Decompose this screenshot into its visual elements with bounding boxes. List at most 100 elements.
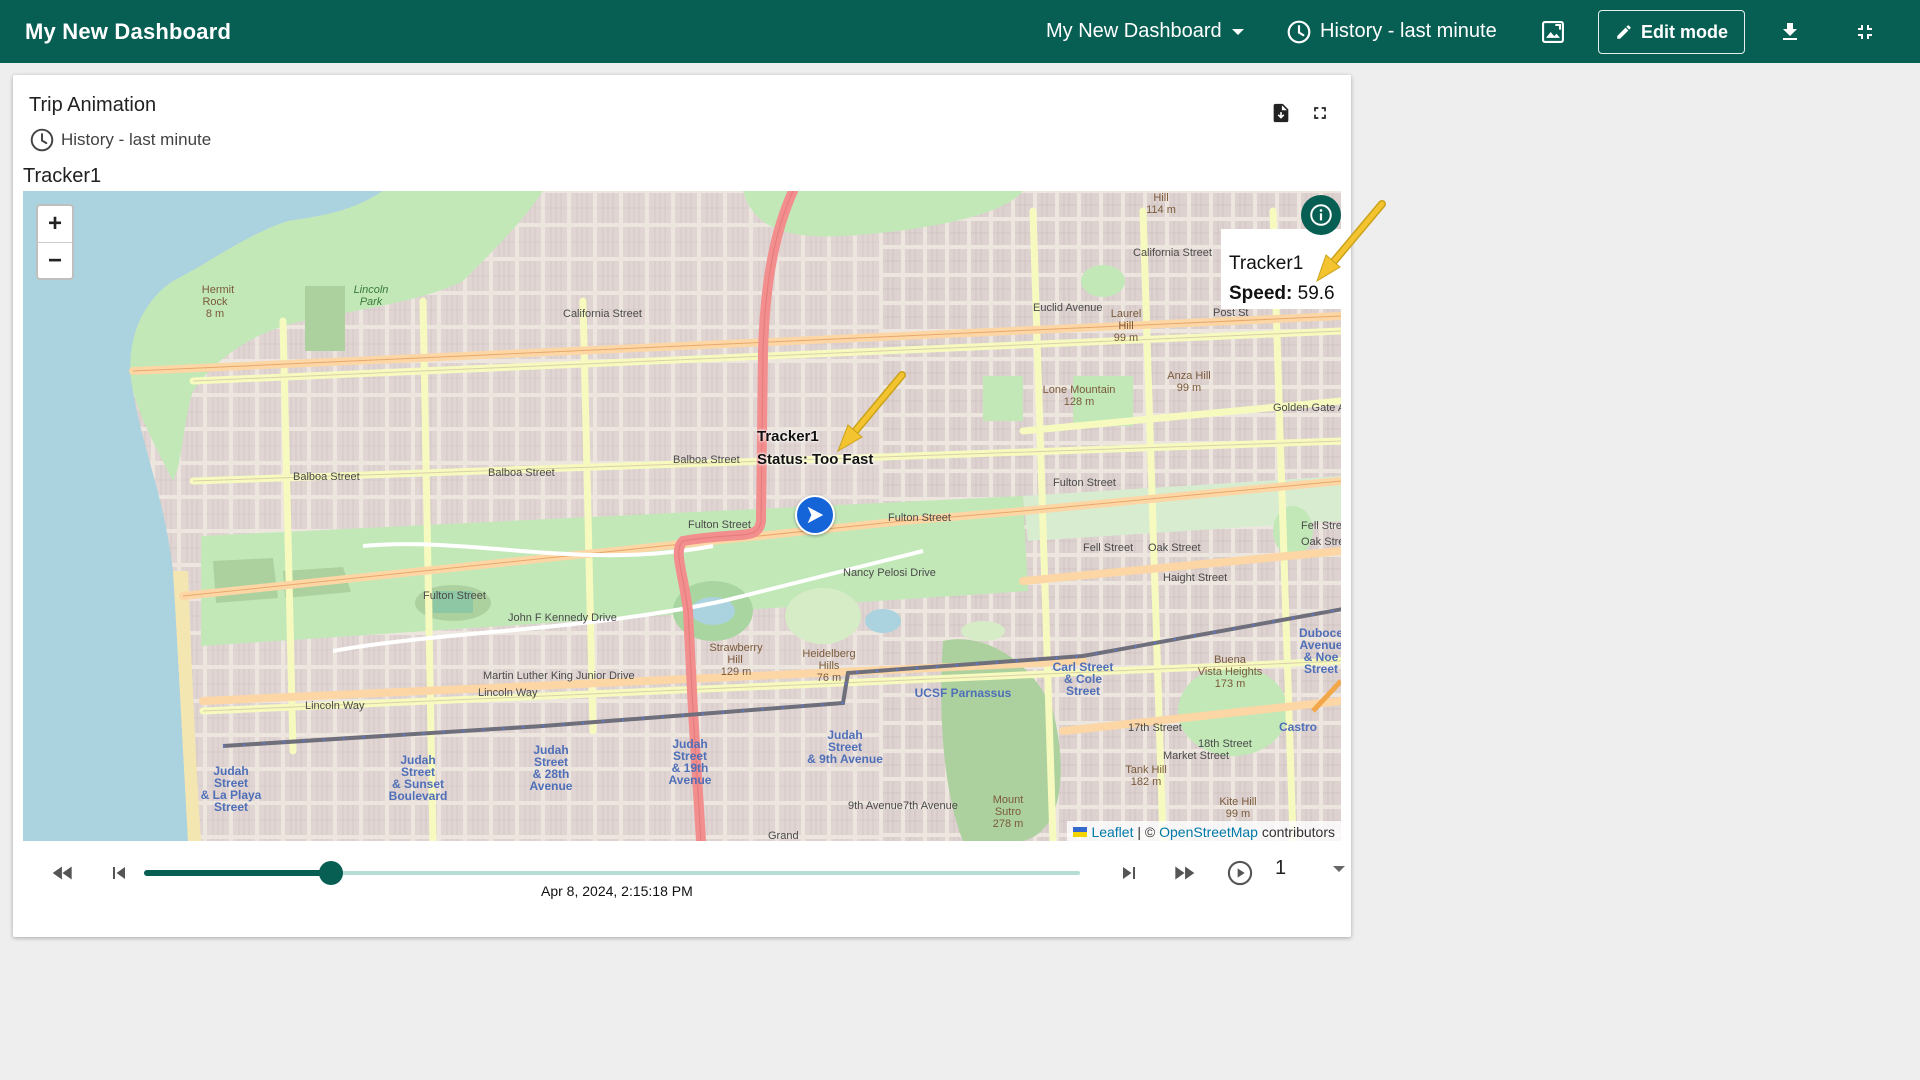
svg-text:76 m: 76 m xyxy=(817,672,841,684)
marker-label-name: Tracker1 xyxy=(757,428,819,445)
svg-text:Fulton Street: Fulton Street xyxy=(423,590,486,602)
map[interactable]: California Street California Street Eucl… xyxy=(23,191,1341,841)
svg-text:Vista Heights: Vista Heights xyxy=(1198,666,1263,678)
rewind-button[interactable] xyxy=(43,853,83,893)
svg-text:Rock: Rock xyxy=(202,296,228,308)
widget-title: Trip Animation xyxy=(29,94,157,116)
dashboard-selector-label: My New Dashboard xyxy=(1046,20,1222,42)
play-button[interactable] xyxy=(1220,853,1260,893)
osm-link[interactable]: OpenStreetMap xyxy=(1159,824,1258,840)
tracker-marker[interactable] xyxy=(795,495,835,535)
svg-text:Hill: Hill xyxy=(1118,320,1133,332)
leaflet-link[interactable]: Leaflet xyxy=(1091,824,1133,840)
svg-text:278 m: 278 m xyxy=(993,818,1024,830)
svg-text:Golden Gate Ave: Golden Gate Ave xyxy=(1273,402,1341,414)
svg-text:California Street: California Street xyxy=(563,308,642,320)
speed-dropdown-caret[interactable] xyxy=(1333,866,1345,872)
slider-thumb[interactable] xyxy=(319,861,344,885)
svg-text:Castro: Castro xyxy=(1279,720,1317,734)
chevron-down-icon xyxy=(1231,28,1244,35)
svg-text:& 9th Avenue: & 9th Avenue xyxy=(807,752,883,766)
app-title: My New Dashboard xyxy=(25,19,232,44)
fast-rewind-icon xyxy=(52,866,72,880)
svg-text:John F Kennedy Drive: John F Kennedy Drive xyxy=(508,612,617,624)
widget-timewindow[interactable]: History - last minute xyxy=(29,127,211,153)
tracker-tooltip: Tracker1 Speed: 59.6 xyxy=(1221,229,1341,309)
play-circle-icon xyxy=(1227,860,1253,886)
svg-text:99 m: 99 m xyxy=(1177,382,1201,394)
svg-text:Lone Mountain: Lone Mountain xyxy=(1043,384,1116,396)
svg-text:Kite Hill: Kite Hill xyxy=(1219,796,1256,808)
fast-forward-icon xyxy=(1175,866,1195,880)
skip-previous-icon xyxy=(113,867,125,879)
zoom-out-button[interactable]: − xyxy=(38,242,72,278)
fast-forward-button[interactable] xyxy=(1164,853,1204,893)
svg-text:California Street: California Street xyxy=(1133,247,1212,259)
exit-fullscreen-button[interactable] xyxy=(1845,0,1885,63)
current-timestamp: Apr 8, 2024, 2:15:18 PM xyxy=(541,883,693,899)
svg-text:182 m: 182 m xyxy=(1131,776,1162,788)
svg-text:Lincoln Way: Lincoln Way xyxy=(478,687,538,699)
svg-text:173 m: 173 m xyxy=(1215,678,1246,690)
slider-progress xyxy=(144,870,332,876)
svg-text:Balboa Street: Balboa Street xyxy=(488,467,555,479)
svg-text:Lincoln Way: Lincoln Way xyxy=(305,700,365,712)
marker-label: Tracker1 Status: Too Fast xyxy=(757,425,873,471)
svg-text:Anza Hill: Anza Hill xyxy=(1167,370,1210,382)
svg-text:Hill: Hill xyxy=(1153,192,1168,204)
svg-text:17th Street: 17th Street xyxy=(1128,722,1182,734)
svg-text:Nancy Pelosi Drive: Nancy Pelosi Drive xyxy=(843,567,936,579)
svg-text:Buena: Buena xyxy=(1214,654,1247,666)
export-image-button[interactable] xyxy=(1533,0,1573,63)
svg-text:Hill: Hill xyxy=(727,654,742,666)
widget-timewindow-label: History - last minute xyxy=(61,130,212,149)
download-button[interactable] xyxy=(1770,0,1810,63)
svg-text:Oak Street: Oak Street xyxy=(1148,542,1201,554)
marker-label-status: Status: Too Fast xyxy=(757,451,874,468)
svg-text:128 m: 128 m xyxy=(1064,396,1095,408)
download-icon xyxy=(1783,22,1797,40)
svg-text:Fell Stre: Fell Stre xyxy=(1301,520,1341,532)
svg-text:7th Avenue: 7th Avenue xyxy=(903,800,958,812)
svg-text:Balboa Street: Balboa Street xyxy=(673,454,740,466)
timeline-slider[interactable] xyxy=(144,861,1080,885)
tooltip-speed-key: Speed: xyxy=(1229,283,1293,304)
speed-select-value[interactable]: 1 xyxy=(1275,857,1286,880)
svg-text:Martin Luther King Junior Driv: Martin Luther King Junior Drive xyxy=(483,670,635,682)
export-pdf-button[interactable] xyxy=(1267,99,1295,127)
fullscreen-icon xyxy=(1314,107,1326,119)
skip-to-end-button[interactable] xyxy=(1109,853,1149,893)
info-icon xyxy=(1310,204,1332,226)
pdf-export-icon xyxy=(1273,103,1289,123)
tooltip-name: Tracker1 xyxy=(1229,253,1304,274)
zoom-control: + − xyxy=(36,204,74,280)
svg-text:Mount: Mount xyxy=(993,794,1024,806)
edit-mode-label: Edit mode xyxy=(1640,21,1728,42)
svg-text:Hermit: Hermit xyxy=(202,284,234,296)
svg-text:Fulton Street: Fulton Street xyxy=(688,519,751,531)
fullscreen-exit-icon xyxy=(1858,24,1872,39)
svg-text:Street: Street xyxy=(1304,662,1338,676)
timewindow-button[interactable]: History - last minute xyxy=(1286,0,1497,63)
svg-text:Hills: Hills xyxy=(819,660,840,672)
skip-to-start-button[interactable] xyxy=(99,853,139,893)
svg-text:Fell Street: Fell Street xyxy=(1083,542,1133,554)
skip-next-icon xyxy=(1123,867,1135,879)
dashboard-selector[interactable]: My New Dashboard xyxy=(1046,0,1244,63)
attribution-suffix: contributors xyxy=(1261,824,1335,840)
clock-icon xyxy=(1287,20,1311,43)
svg-text:Street: Street xyxy=(214,800,248,814)
svg-text:Fulton Street: Fulton Street xyxy=(888,512,951,524)
edit-mode-button[interactable]: Edit mode xyxy=(1598,10,1745,54)
svg-text:Strawberry: Strawberry xyxy=(709,642,763,654)
entity-label: Tracker1 xyxy=(23,165,102,187)
svg-text:Avenue: Avenue xyxy=(669,773,712,787)
svg-text:Lincoln: Lincoln xyxy=(354,284,389,296)
info-button[interactable] xyxy=(1301,195,1341,235)
fullscreen-button[interactable] xyxy=(1306,99,1334,127)
svg-text:Sutro: Sutro xyxy=(995,806,1021,818)
zoom-in-button[interactable]: + xyxy=(38,206,72,242)
timewindow-label: History - last minute xyxy=(1320,20,1497,42)
svg-text:Euclid Avenue: Euclid Avenue xyxy=(1033,302,1103,314)
svg-text:114 m: 114 m xyxy=(1146,204,1176,216)
